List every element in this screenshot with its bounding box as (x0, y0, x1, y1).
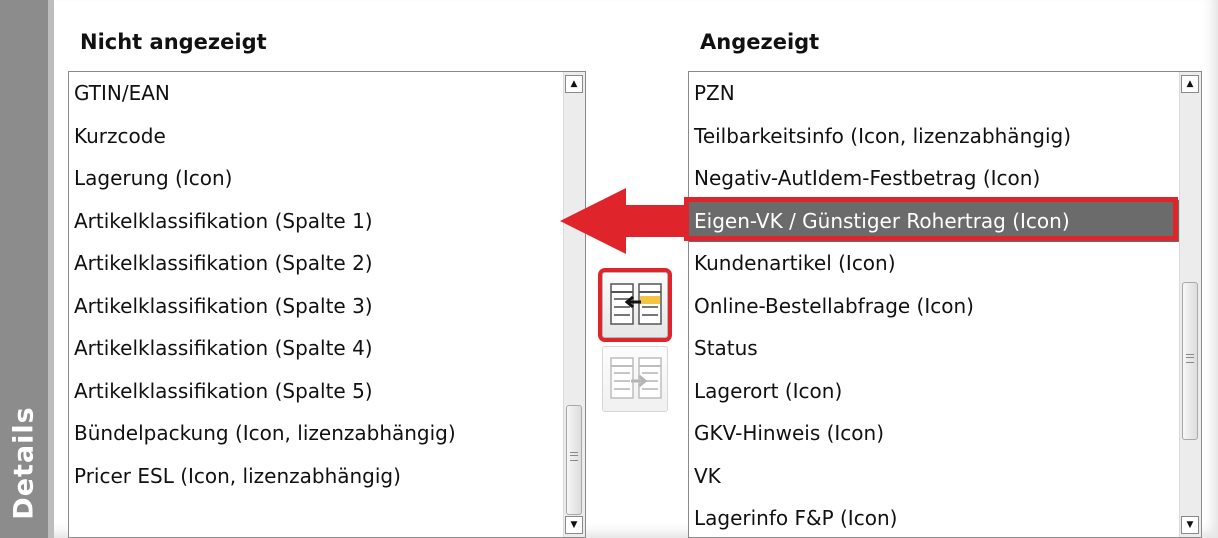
not-displayed-header: Nicht angezeigt (80, 30, 267, 54)
list-item[interactable]: GKV-Hinweis (Icon) (689, 412, 1179, 455)
list-item[interactable]: Pricer ESL (Icon, lizenzabhängig) (69, 455, 563, 498)
list-item[interactable]: Artikelklassifikation (Spalte 2) (69, 242, 563, 285)
details-sidebar-tab[interactable]: Details (0, 0, 54, 538)
displayed-list[interactable]: PZN Teilbarkeitsinfo (Icon, lizenzabhäng… (688, 71, 1202, 538)
not-displayed-items: GTIN/EAN Kurzcode Lagerung (Icon) Artike… (69, 72, 563, 497)
not-displayed-list[interactable]: GTIN/EAN Kurzcode Lagerung (Icon) Artike… (68, 71, 586, 538)
list-item[interactable]: Lagerort (Icon) (689, 370, 1179, 413)
left-scroll-thumb[interactable] (566, 405, 582, 515)
list-item[interactable]: Lagerung (Icon) (69, 157, 563, 200)
list-item[interactable]: Artikelklassifikation (Spalte 4) (69, 327, 563, 370)
red-arrow-annotation-icon (560, 188, 684, 254)
list-item[interactable]: Kundenartikel (Icon) (689, 242, 1179, 285)
list-item[interactable]: PZN (689, 72, 1179, 115)
list-item[interactable]: VK (689, 455, 1179, 498)
list-item[interactable]: Teilbarkeitsinfo (Icon, lizenzabhängig) (689, 115, 1179, 158)
list-item[interactable]: Bündelpackung (Icon, lizenzabhängig) (69, 412, 563, 455)
list-item[interactable]: Artikelklassifikation (Spalte 1) (69, 200, 563, 243)
right-list-scrollbar[interactable]: ▲ ▼ (1179, 72, 1201, 537)
displayed-header: Angezeigt (700, 30, 820, 54)
list-item[interactable]: Lagerinfo F&P (Icon) (689, 497, 1179, 537)
grip-icon (570, 452, 578, 461)
column-config-panel: Details Nicht angezeigt Angezeigt GTIN/E… (0, 0, 1218, 538)
list-item[interactable]: Status (689, 327, 1179, 370)
displayed-items: PZN Teilbarkeitsinfo (Icon, lizenzabhäng… (689, 72, 1179, 537)
grip-icon (1186, 354, 1194, 363)
scroll-up-icon[interactable]: ▲ (565, 75, 583, 93)
list-item[interactable]: Artikelklassifikation (Spalte 5) (69, 370, 563, 413)
move-to-not-displayed-button[interactable] (598, 268, 672, 342)
scroll-up-icon[interactable]: ▲ (1181, 75, 1199, 93)
right-scroll-thumb[interactable] (1182, 282, 1198, 440)
list-item[interactable]: GTIN/EAN (69, 72, 563, 115)
move-to-displayed-button[interactable] (602, 346, 668, 412)
move-to-right-list-icon (610, 357, 662, 399)
details-tab-label: Details (8, 406, 40, 520)
list-item[interactable]: Kurzcode (69, 115, 563, 158)
selected-list-item[interactable]: Eigen-VK / Günstiger Rohertrag (Icon) (689, 199, 1179, 242)
list-item[interactable]: Artikelklassifikation (Spalte 3) (69, 285, 563, 328)
list-item[interactable]: Negativ-AutIdem-Festbetrag (Icon) (689, 157, 1179, 200)
left-list-scrollbar[interactable]: ▲ ▼ (563, 72, 585, 537)
scroll-down-icon[interactable]: ▼ (1181, 516, 1199, 534)
list-item[interactable]: Online-Bestellabfrage (Icon) (689, 285, 1179, 328)
scroll-down-icon[interactable]: ▼ (565, 516, 583, 534)
move-to-left-list-icon (610, 283, 662, 325)
